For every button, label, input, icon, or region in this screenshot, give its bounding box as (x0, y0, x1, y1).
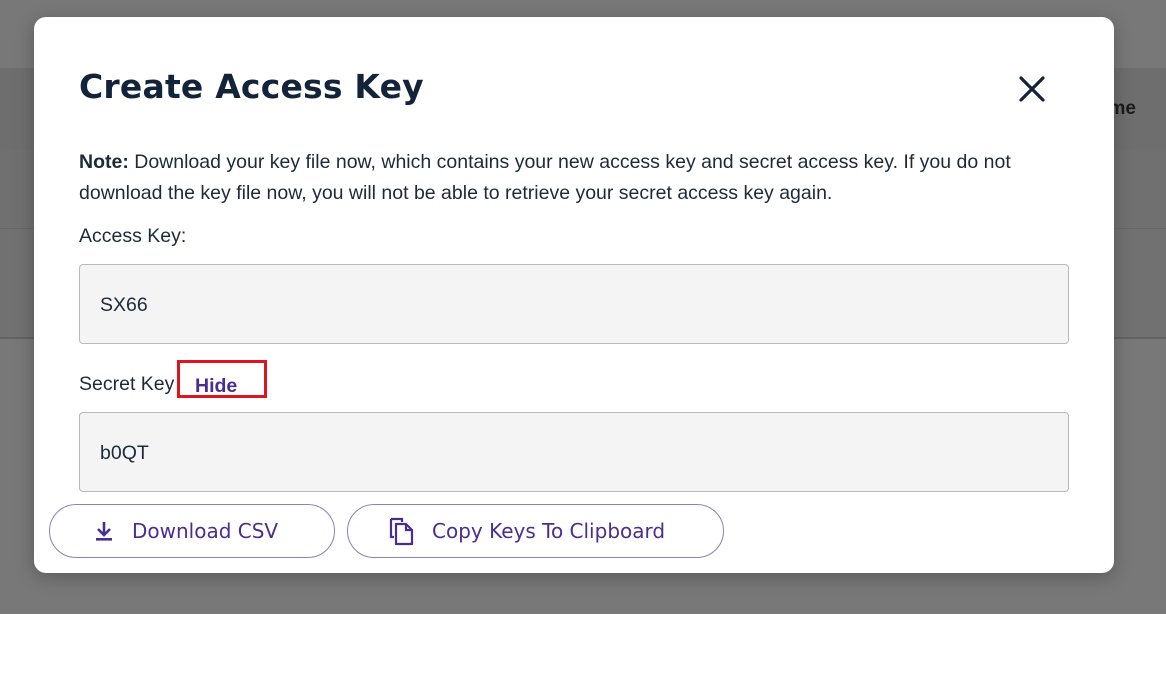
secret-key-value: b0QT (100, 442, 149, 464)
download-icon (92, 519, 116, 543)
secret-key-label: Secret Key (79, 373, 175, 395)
secret-key-field[interactable]: b0QT (79, 412, 1069, 492)
copy-icon (388, 516, 416, 546)
create-access-key-dialog: Create Access Key Note: Download your ke… (34, 17, 1114, 573)
access-key-field[interactable]: SX66 (79, 264, 1069, 344)
note-label: Note: (79, 151, 129, 173)
note-body: Download your key file now, which contai… (79, 151, 1011, 204)
hide-secret-toggle[interactable]: Hide (177, 360, 267, 398)
access-key-label: Access Key: (79, 225, 187, 247)
copy-keys-label: Copy Keys To Clipboard (432, 519, 666, 543)
access-key-value: SX66 (100, 294, 148, 316)
hide-secret-label: Hide (195, 375, 238, 397)
close-button[interactable] (1012, 71, 1052, 111)
dialog-title: Create Access Key (79, 67, 424, 106)
note-text: Note: Download your key file now, which … (79, 147, 1069, 209)
close-icon (1019, 76, 1045, 102)
copy-keys-button[interactable]: Copy Keys To Clipboard (347, 504, 724, 558)
download-csv-button[interactable]: Download CSV (49, 504, 335, 558)
download-csv-label: Download CSV (132, 519, 279, 543)
